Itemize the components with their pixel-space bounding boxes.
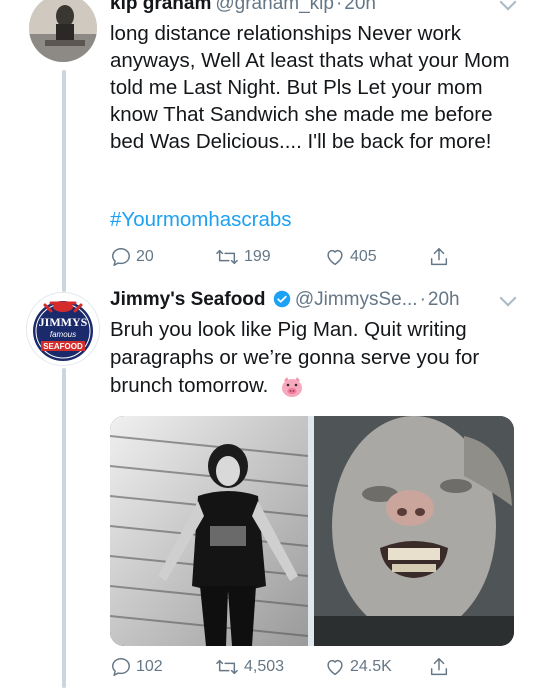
chevron-down-icon[interactable] — [499, 289, 517, 307]
logo-line3: SEAFOOD — [43, 342, 83, 351]
tweet-time[interactable]: 20h — [428, 289, 460, 310]
logo-line1: JIMMYS — [39, 315, 88, 329]
tweet-actions: 20 199 405 — [110, 246, 530, 274]
reply-count: 20 — [136, 248, 154, 265]
chevron-down-icon[interactable] — [499, 0, 517, 11]
tweet-text: long distance relationships Never work a… — [110, 22, 510, 153]
thread-line — [62, 70, 66, 292]
reply-count: 102 — [136, 658, 163, 675]
tweet-time[interactable]: 20h — [344, 0, 376, 14]
thread-line — [62, 368, 66, 688]
display-name[interactable]: kip graham — [110, 0, 211, 14]
media-photo-right[interactable] — [314, 416, 514, 646]
verified-badge-icon — [273, 290, 291, 308]
tweet-media[interactable] — [110, 416, 514, 646]
like-count: 405 — [350, 248, 377, 265]
pig-man-photo-icon — [314, 416, 514, 646]
reply-button[interactable]: 102 — [110, 656, 163, 678]
retweet-button[interactable]: 4,503 — [214, 656, 284, 678]
retweet-icon — [216, 659, 238, 675]
avatar-photo-icon — [29, 0, 97, 62]
share-button[interactable] — [428, 246, 450, 268]
like-button[interactable]: 24.5K — [324, 656, 392, 678]
retweet-icon — [216, 249, 238, 265]
reply-icon — [112, 248, 130, 266]
tweet-header: Jimmy's Seafood @JimmysSe... · 20h — [110, 288, 460, 312]
share-icon — [430, 658, 448, 676]
tweet-actions: 102 4,503 24.5K — [110, 656, 530, 684]
share-icon — [430, 248, 448, 266]
separator-dot: · — [335, 0, 343, 14]
like-button[interactable]: 405 — [324, 246, 377, 268]
user-handle[interactable]: @JimmysSe... — [295, 289, 418, 310]
logo-line2: famous — [50, 330, 76, 339]
jimmys-seafood-logo: JIMMYS famous SEAFOOD — [27, 293, 99, 365]
separator-dot: · — [419, 289, 426, 310]
hashtag-link[interactable]: #Yourmomhascrabs — [110, 208, 292, 232]
tweet-header: kip graham @graham_kip · 20h — [110, 0, 376, 16]
tweet-text: Bruh you look like Pig Man. Quit writing… — [110, 316, 520, 400]
media-photo-left[interactable] — [110, 416, 308, 646]
heart-icon — [327, 659, 343, 676]
display-name[interactable]: Jimmy's Seafood — [110, 289, 266, 310]
user-handle[interactable]: @graham_kip — [215, 0, 334, 14]
reply-button[interactable]: 20 — [110, 246, 154, 268]
avatar[interactable]: JIMMYS famous SEAFOOD — [26, 292, 100, 366]
avatar[interactable] — [29, 0, 97, 62]
like-count: 24.5K — [350, 658, 392, 675]
retweet-button[interactable]: 199 — [214, 246, 271, 268]
person-photo-icon — [110, 416, 308, 646]
retweet-count: 4,503 — [244, 658, 285, 675]
retweet-count: 199 — [244, 248, 271, 265]
reply-icon — [112, 658, 130, 676]
pig-face-emoji-icon — [282, 376, 303, 397]
share-button[interactable] — [428, 656, 450, 678]
heart-icon — [327, 249, 343, 266]
